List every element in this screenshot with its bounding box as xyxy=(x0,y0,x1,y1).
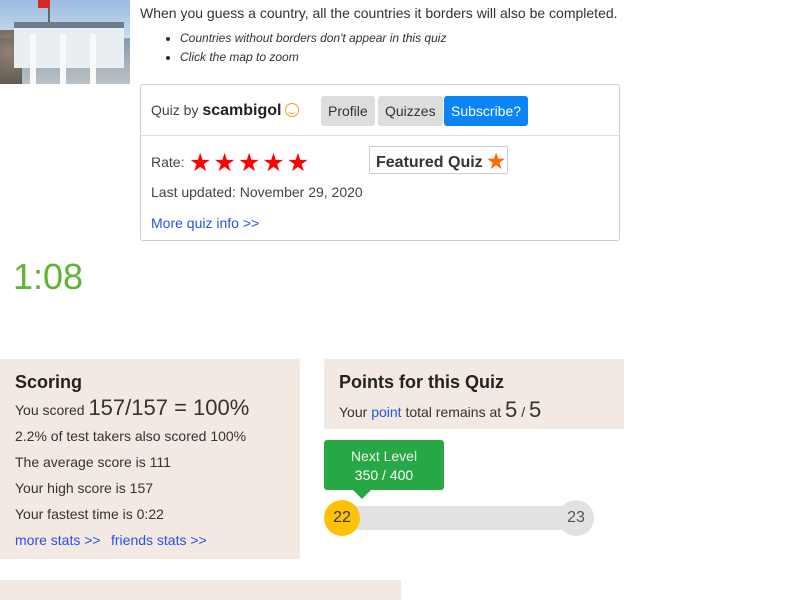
pct-takers: 2.2% of test takers also scored 100% xyxy=(15,428,247,444)
rating-star-icon[interactable]: ★ xyxy=(262,149,286,177)
author-row: Quiz by scambigol Profile Quizzes Subscr… xyxy=(141,85,619,136)
points-remaining: 5 xyxy=(505,397,518,422)
quiz-by: Quiz by scambigol xyxy=(151,101,299,120)
quiz-by-label: Quiz by xyxy=(151,102,199,118)
fastest-time: Your fastest time is 0:22 xyxy=(15,506,164,522)
points-text-post: total remains at xyxy=(405,404,502,420)
score-line: You scored 157/157 = 100% xyxy=(15,395,249,421)
level-progress-bar xyxy=(340,506,576,530)
rating-star-icon[interactable]: ★ xyxy=(287,149,311,177)
quiz-info-box: Quiz by scambigol Profile Quizzes Subscr… xyxy=(140,84,620,241)
next-level-label: Next Level xyxy=(350,448,418,464)
smiley-icon xyxy=(284,103,299,117)
points-panel: Points for this Quiz Your point total re… xyxy=(324,359,624,429)
quiz-description: When you guess a country, all the countr… xyxy=(140,5,618,21)
profile-button[interactable]: Profile xyxy=(321,96,375,126)
quiz-notes: Countries without borders don't appear i… xyxy=(162,30,446,68)
author-link[interactable]: scambigol xyxy=(202,102,281,119)
score-value: 157/157 = 100% xyxy=(88,395,250,420)
featured-label: Featured Quiz xyxy=(376,154,483,171)
rating-star-icon[interactable]: ★ xyxy=(213,149,237,177)
point-link[interactable]: point xyxy=(371,404,401,420)
quiz-timer: 1:08 xyxy=(13,256,84,297)
rate-label: Rate: xyxy=(151,154,185,170)
featured-quiz-badge[interactable]: Featured Quiz ★ xyxy=(369,146,508,174)
note-item: Click the map to zoom xyxy=(180,49,446,68)
rating-star-icon[interactable]: ★ xyxy=(189,149,213,177)
current-level-badge: 22 xyxy=(324,500,360,536)
next-level-tooltip: Next Level 350 / 400 xyxy=(324,440,444,499)
more-quiz-info-link[interactable]: More quiz info >> xyxy=(151,215,259,231)
note-item: Countries without borders don't appear i… xyxy=(180,30,446,49)
subscribe-button[interactable]: Subscribe? xyxy=(444,96,529,126)
next-level-progress: 350 / 400 xyxy=(354,467,414,483)
points-total: 5 xyxy=(528,397,542,422)
quiz-thumbnail xyxy=(0,0,130,84)
rating-star-icon[interactable]: ★ xyxy=(238,149,262,177)
points-sep: / xyxy=(521,404,526,420)
scoring-panel: Scoring You scored 157/157 = 100% 2.2% o… xyxy=(0,359,300,559)
bottom-panel xyxy=(0,580,401,600)
you-scored-label: You scored xyxy=(15,402,85,418)
friends-stats-link[interactable]: friends stats >> xyxy=(111,532,207,548)
more-stats-link[interactable]: more stats >> xyxy=(15,532,101,548)
star-icon: ★ xyxy=(487,151,506,173)
rating-stars[interactable]: ★★★★★ xyxy=(189,148,311,178)
scoring-title: Scoring xyxy=(15,372,83,392)
points-title: Points for this Quiz xyxy=(339,372,504,392)
points-text-pre: Your xyxy=(339,404,368,420)
quizzes-button[interactable]: Quizzes xyxy=(378,96,443,126)
points-text: Your point total remains at 5 / 5 xyxy=(339,397,541,423)
high-score: Your high score is 157 xyxy=(15,480,154,496)
last-updated: Last updated: November 29, 2020 xyxy=(151,184,363,200)
average-score: The average score is 111 xyxy=(15,454,171,470)
next-level-badge: 23 xyxy=(558,500,594,536)
